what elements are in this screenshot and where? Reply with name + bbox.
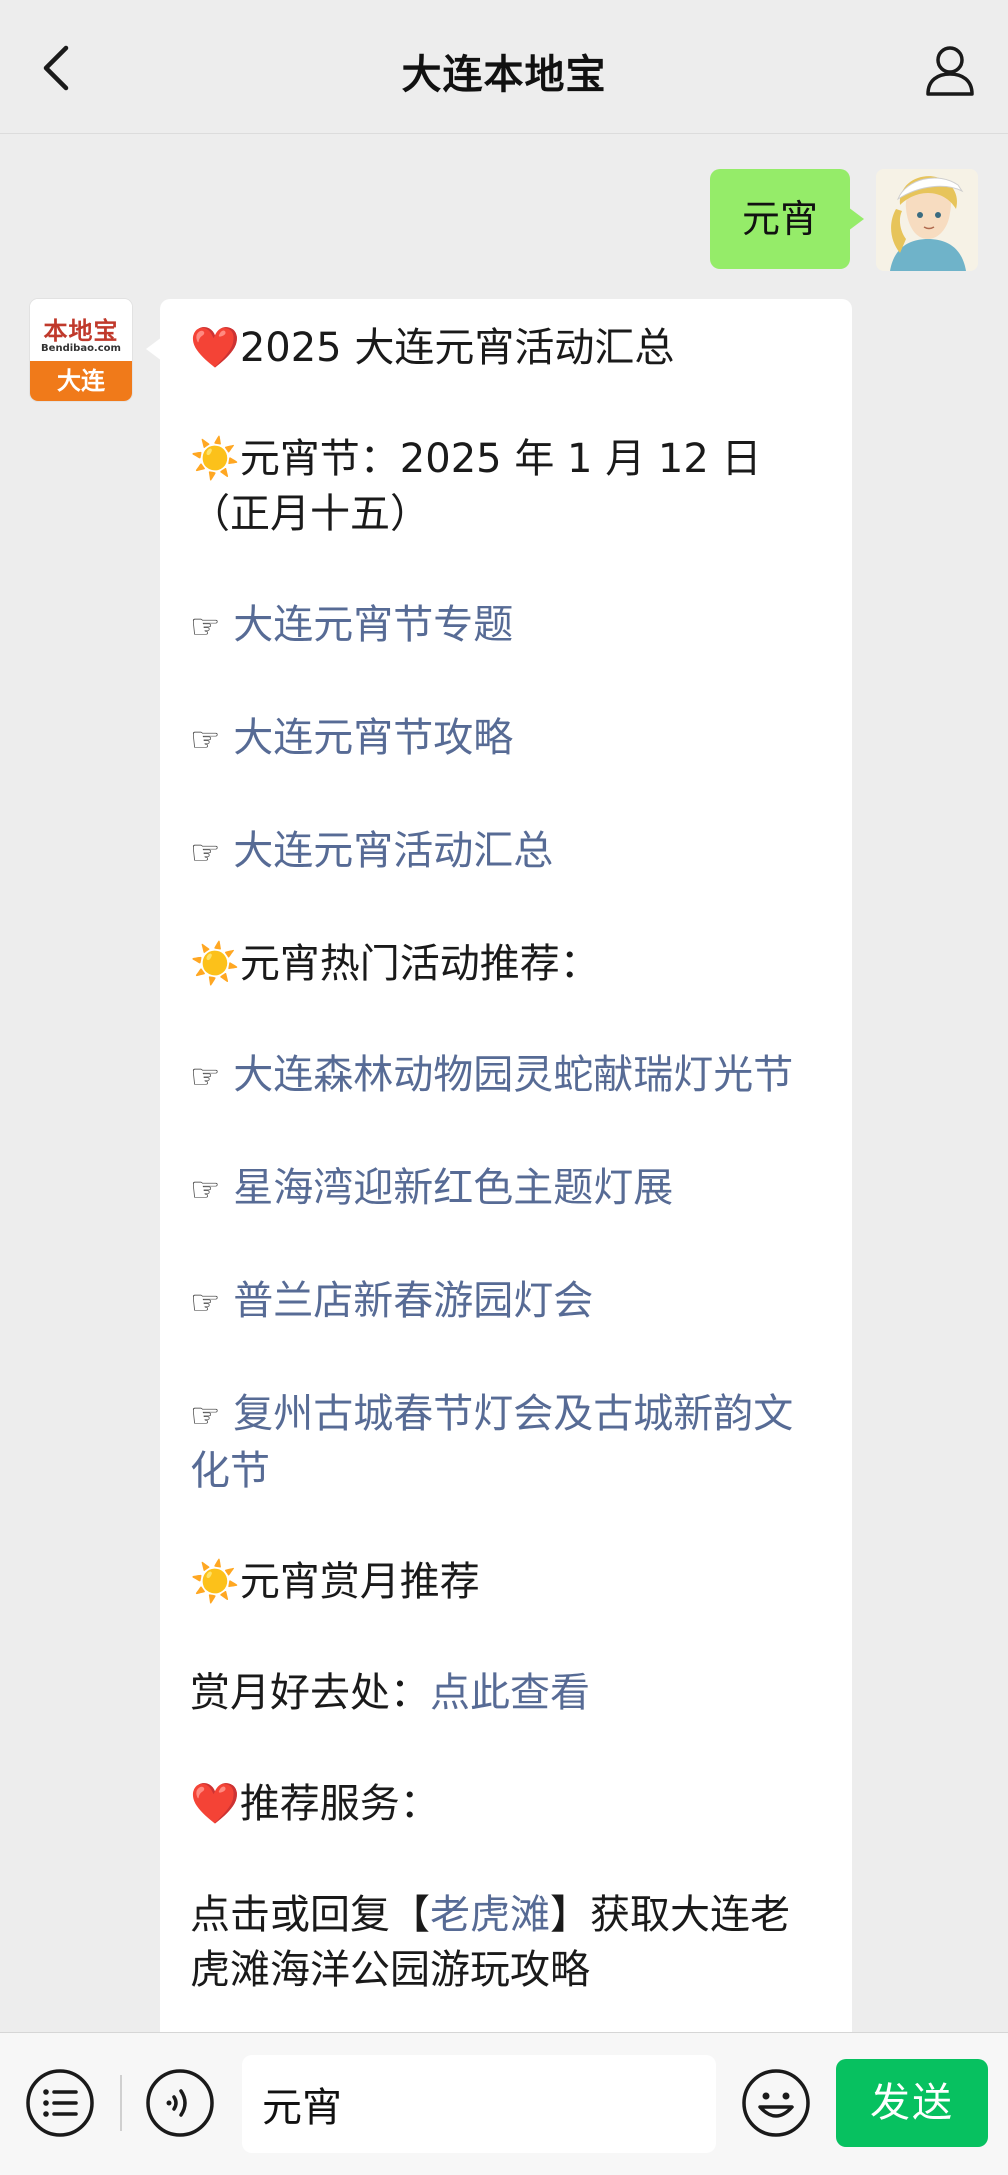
pointing-hand-icon: ☞ (190, 1283, 221, 1323)
send-button[interactable]: 发送 (836, 2059, 988, 2147)
list-item: ☞ 普兰店新春游园灯会 (190, 1274, 822, 1331)
anime-avatar-image (876, 169, 978, 271)
logo-text: 本地宝 (43, 317, 119, 345)
section-hot-activities: ☀️元宵热门活动推荐： (190, 941, 600, 987)
page-title: 大连本地宝 (401, 52, 607, 98)
heart-icon: ❤️ (190, 325, 240, 371)
header-bar: 大连本地宝 (0, 0, 1008, 134)
list-item: ☞ 大连森林动物园灵蛇献瑞灯光节 (190, 1048, 822, 1105)
list-item: ☞ 复州古城春节灯会及古城新韵文化节 (190, 1387, 822, 1499)
chat-area[interactable]: 元宵 本地宝 Bendibao.com 大连 ❤️2025 大连元宵活动汇总 ☀… (0, 135, 1008, 2032)
pointing-hand-icon: ☞ (190, 1396, 221, 1436)
link-pulandian-lantern[interactable]: 普兰店新春游园灯会 (233, 1278, 593, 1324)
person-icon (926, 46, 974, 96)
voice-button[interactable] (144, 2067, 216, 2139)
logo-subtext: Bendibao.com (41, 343, 121, 354)
user-avatar[interactable] (876, 169, 978, 271)
link-xinghai-lantern[interactable]: 星海湾迎新红色主题灯展 (233, 1165, 673, 1211)
list-item: ☞ 星海湾迎新红色主题灯展 (190, 1161, 822, 1218)
link-festival-topic[interactable]: 大连元宵节专题 (233, 602, 513, 648)
link-fuzhou-ancient-city[interactable]: 复州古城春节灯会及古城新韵文化节 (190, 1391, 793, 1494)
link-view-here[interactable]: 点此查看 (430, 1670, 590, 1716)
list-item: ☞ 大连元宵节专题 (190, 598, 822, 655)
sun-icon: ☀️ (190, 941, 240, 987)
list-item: ☞ 大连元宵节攻略 (190, 711, 822, 768)
moon-viewing-line: 赏月好去处：点此查看 (190, 1670, 590, 1716)
pointing-hand-icon: ☞ (190, 1057, 221, 1097)
bot-message-bubble: ❤️2025 大连元宵活动汇总 ☀️元宵节：2025 年 1 月 12 日（正月… (146, 299, 852, 2032)
link-festival-guide[interactable]: 大连元宵节攻略 (233, 715, 513, 761)
user-message-bubble[interactable]: 元宵 (709, 169, 865, 269)
link-activity-summary[interactable]: 大连元宵活动汇总 (233, 828, 553, 874)
festival-date: ☀️元宵节：2025 年 1 月 12 日（正月十五） (190, 436, 762, 537)
message-heading: ❤️2025 大连元宵活动汇总 (190, 325, 675, 371)
bendibao-logo: 本地宝 Bendibao.com (30, 299, 132, 361)
emoji-button[interactable] (740, 2067, 812, 2139)
list-menu-icon (26, 2069, 94, 2137)
heart-icon: ❤️ (190, 1781, 240, 1827)
bot-avatar[interactable]: 本地宝 Bendibao.com 大连 (30, 299, 132, 401)
pointing-hand-icon: ☞ (190, 833, 221, 873)
service-line: 点击或回复【老虎滩】获取大连老虎滩海洋公园游玩攻略 (190, 1892, 790, 1993)
sun-icon: ☀️ (190, 436, 240, 482)
smiley-icon (742, 2069, 810, 2137)
menu-button[interactable] (24, 2067, 96, 2139)
logo-city: 大连 (30, 361, 132, 401)
divider (120, 2075, 122, 2131)
voice-icon (146, 2069, 214, 2137)
link-laohutan[interactable]: 老虎滩 (430, 1892, 550, 1938)
message-input[interactable] (242, 2055, 716, 2153)
list-item: ☞ 大连元宵活动汇总 (190, 824, 822, 881)
pointing-hand-icon: ☞ (190, 720, 221, 760)
input-bar: 发送 (0, 2032, 1008, 2175)
link-zoo-light-festival[interactable]: 大连森林动物园灵蛇献瑞灯光节 (233, 1052, 793, 1098)
section-services: ❤️推荐服务： (190, 1781, 440, 1827)
pointing-hand-icon: ☞ (190, 607, 221, 647)
profile-button[interactable] (920, 40, 980, 100)
section-moon-viewing: ☀️元宵赏月推荐 (190, 1559, 480, 1605)
chat-page: 大连本地宝 元宵 本地宝 Bendibao.com 大连 ❤️2025 大连元宵… (0, 0, 1008, 2175)
sun-icon: ☀️ (190, 1559, 240, 1605)
pointing-hand-icon: ☞ (190, 1170, 221, 1210)
